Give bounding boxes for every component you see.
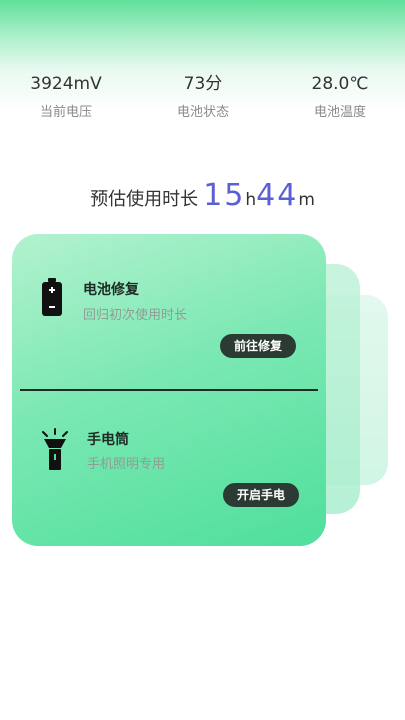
- battery-repair-title: 电池修复: [83, 282, 139, 298]
- estimate-hours: 15: [203, 178, 246, 213]
- flashlight-title: 手电筒: [87, 432, 129, 448]
- battery-repair-button[interactable]: 前往修复: [220, 334, 297, 358]
- stat-temperature: 28.0℃ 电池温度: [280, 72, 400, 122]
- voltage-value: 3924mV: [30, 74, 102, 94]
- estimate-minutes: 44: [256, 178, 299, 213]
- temperature-value: 28.0℃: [311, 74, 369, 94]
- estimate-label: 预估使用时长: [90, 189, 199, 210]
- feature-divider: [20, 389, 318, 391]
- stat-voltage: 3924mV 当前电压: [6, 72, 126, 122]
- battery-repair-subtitle: 回归初次使用时长: [83, 308, 188, 323]
- estimate-hours-unit: h: [245, 190, 257, 210]
- battery-state-label: 电池状态: [176, 105, 229, 120]
- stat-battery-state: 73分 电池状态: [143, 72, 263, 122]
- temperature-label: 电池温度: [313, 105, 366, 120]
- battery-icon: [40, 278, 64, 322]
- flashlight-subtitle: 手机照明专用: [87, 457, 166, 472]
- battery-state-value: 73分: [183, 74, 223, 94]
- estimated-usage-time: 预估使用时长 15h44m: [0, 178, 405, 213]
- flashlight-icon: [40, 428, 70, 476]
- voltage-label: 当前电压: [39, 105, 92, 120]
- flashlight-button[interactable]: 开启手电: [223, 483, 300, 507]
- estimate-minutes-unit: m: [298, 190, 315, 210]
- battery-stats-row: 3924mV 当前电压 73分 电池状态 28.0℃ 电池温度: [0, 72, 405, 132]
